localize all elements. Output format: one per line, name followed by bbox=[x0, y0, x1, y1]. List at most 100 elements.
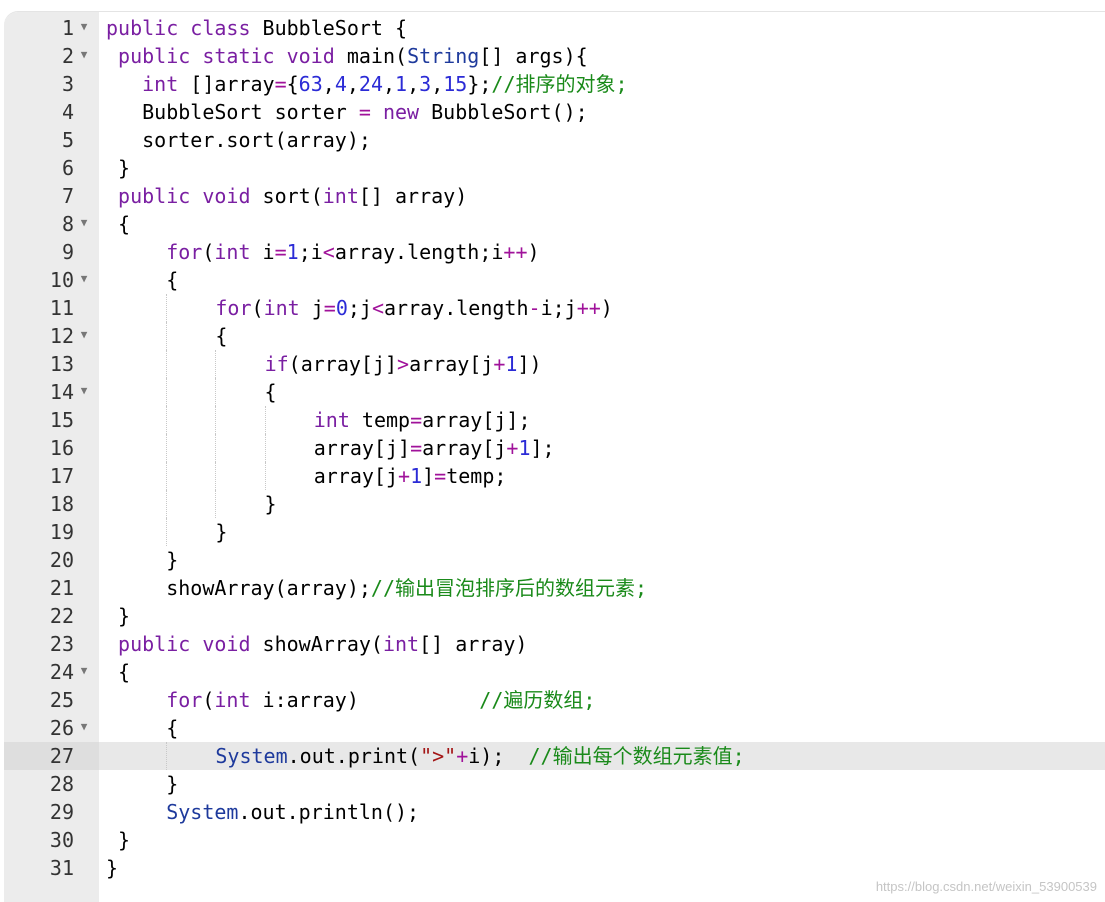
code-line[interactable]: 30 } bbox=[4, 826, 1105, 854]
fold-toggle-icon[interactable]: ▼ bbox=[74, 14, 94, 40]
code-line[interactable]: 24 ▼ { bbox=[4, 658, 1105, 686]
code-text[interactable]: } bbox=[106, 490, 277, 518]
code-text[interactable]: } bbox=[106, 854, 118, 882]
code-text[interactable]: int []array={63,4,24,1,3,15};//排序的对象; bbox=[106, 70, 627, 98]
line-number: 16 bbox=[4, 434, 99, 462]
code-text[interactable]: } bbox=[106, 546, 178, 574]
fold-toggle-icon[interactable]: ▼ bbox=[74, 322, 94, 348]
code-text[interactable]: array[j+1]=temp; bbox=[106, 462, 506, 490]
code-line[interactable]: 18 } bbox=[4, 490, 1105, 518]
code-line[interactable]: 21 showArray(array);//输出冒泡排序后的数组元素; bbox=[4, 574, 1105, 602]
fold-toggle-icon[interactable]: ▼ bbox=[74, 210, 94, 236]
code-text[interactable]: showArray(array);//输出冒泡排序后的数组元素; bbox=[106, 574, 647, 602]
line-number-text: 12 bbox=[49, 324, 74, 348]
code-text[interactable]: } bbox=[106, 518, 227, 546]
code-line[interactable]: 27 System.out.print(">"+i); //输出每个数组元素值; bbox=[4, 742, 1105, 770]
code-text[interactable]: public void showArray(int[] array) bbox=[106, 630, 527, 658]
code-line[interactable]: 15 int temp=array[j]; bbox=[4, 406, 1105, 434]
code-line[interactable]: 17 array[j+1]=temp; bbox=[4, 462, 1105, 490]
code-line[interactable]: 7 public void sort(int[] array) bbox=[4, 182, 1105, 210]
code-line[interactable]: 3 int []array={63,4,24,1,3,15};//排序的对象; bbox=[4, 70, 1105, 98]
code-line[interactable]: 9 for(int i=1;i<array.length;i++) bbox=[4, 238, 1105, 266]
code-line[interactable]: 12 ▼ { bbox=[4, 322, 1105, 350]
line-number-text: 17 bbox=[49, 464, 74, 488]
code-text[interactable]: { bbox=[106, 714, 178, 742]
code-text[interactable]: BubbleSort sorter = new BubbleSort(); bbox=[106, 98, 588, 126]
code-line[interactable]: 11 for(int j=0;j<array.length-i;j++) bbox=[4, 294, 1105, 322]
line-number: 4 bbox=[4, 98, 99, 126]
code-text[interactable]: { bbox=[106, 210, 130, 238]
code-line[interactable]: 6 } bbox=[4, 154, 1105, 182]
line-number-text: 26 bbox=[49, 716, 74, 740]
line-number: 25 bbox=[4, 686, 99, 714]
code-text[interactable]: } bbox=[106, 602, 130, 630]
code-text[interactable]: for(int j=0;j<array.length-i;j++) bbox=[106, 294, 613, 322]
code-text[interactable]: System.out.println(); bbox=[106, 798, 419, 826]
code-text[interactable]: { bbox=[106, 322, 227, 350]
fold-toggle-icon[interactable]: ▼ bbox=[74, 42, 94, 68]
line-number: 6 bbox=[4, 154, 99, 182]
line-number-text: 28 bbox=[49, 772, 74, 796]
line-number-text: 1 bbox=[61, 16, 74, 40]
code-line[interactable]: 5 sorter.sort(array); bbox=[4, 126, 1105, 154]
code-text[interactable]: { bbox=[106, 658, 130, 686]
line-number-text: 5 bbox=[61, 128, 74, 152]
line-number: 27 bbox=[4, 742, 99, 770]
fold-toggle-icon[interactable]: ▼ bbox=[74, 378, 94, 404]
code-line[interactable]: 13 if(array[j]>array[j+1]) bbox=[4, 350, 1105, 378]
line-number-text: 11 bbox=[49, 296, 74, 320]
line-number-text: 16 bbox=[49, 436, 74, 460]
code-text[interactable]: for(int i=1;i<array.length;i++) bbox=[106, 238, 539, 266]
code-text[interactable]: } bbox=[106, 154, 130, 182]
code-line[interactable]: 29 System.out.println(); bbox=[4, 798, 1105, 826]
code-text[interactable]: public class BubbleSort { bbox=[106, 14, 407, 42]
code-line[interactable]: 28 } bbox=[4, 770, 1105, 798]
code-line[interactable]: 2 ▼ public static void main(String[] args… bbox=[4, 42, 1105, 70]
code-line[interactable]: 10 ▼ { bbox=[4, 266, 1105, 294]
code-line[interactable]: 4 BubbleSort sorter = new BubbleSort(); bbox=[4, 98, 1105, 126]
line-number: 30 bbox=[4, 826, 99, 854]
code-text[interactable]: if(array[j]>array[j+1]) bbox=[106, 350, 542, 378]
line-number-text: 14 bbox=[49, 380, 74, 404]
code-text[interactable]: { bbox=[106, 378, 277, 406]
line-number-text: 18 bbox=[49, 492, 74, 516]
line-number: 7 bbox=[4, 182, 99, 210]
code-line[interactable]: 31} bbox=[4, 854, 1105, 882]
line-number-text: 4 bbox=[61, 100, 74, 124]
fold-toggle-icon[interactable]: ▼ bbox=[74, 714, 94, 740]
line-number-text: 7 bbox=[61, 184, 74, 208]
code-line[interactable]: 22 } bbox=[4, 602, 1105, 630]
code-text[interactable]: { bbox=[106, 266, 178, 294]
code-line[interactable]: 23 public void showArray(int[] array) bbox=[4, 630, 1105, 658]
code-text[interactable]: int temp=array[j]; bbox=[106, 406, 531, 434]
code-text[interactable]: public void sort(int[] array) bbox=[106, 182, 467, 210]
line-number-text: 15 bbox=[49, 408, 74, 432]
code-line[interactable]: 16 array[j]=array[j+1]; bbox=[4, 434, 1105, 462]
line-number: 28 bbox=[4, 770, 99, 798]
code-text[interactable]: for(int i:array) //遍历数组; bbox=[106, 686, 595, 714]
code-line[interactable]: 14 ▼ { bbox=[4, 378, 1105, 406]
line-number: 21 bbox=[4, 574, 99, 602]
line-number-text: 8 bbox=[61, 212, 74, 236]
line-number: 20 bbox=[4, 546, 99, 574]
line-number: 12 ▼ bbox=[4, 322, 99, 350]
code-line[interactable]: 25 for(int i:array) //遍历数组; bbox=[4, 686, 1105, 714]
fold-toggle-icon[interactable]: ▼ bbox=[74, 658, 94, 684]
code-line[interactable]: 26 ▼ { bbox=[4, 714, 1105, 742]
code-text[interactable]: } bbox=[106, 770, 178, 798]
code-text[interactable]: System.out.print(">"+i); //输出每个数组元素值; bbox=[106, 742, 745, 770]
code-line[interactable]: 20 } bbox=[4, 546, 1105, 574]
code-lines[interactable]: 1 ▼ public class BubbleSort {2 ▼ public sta… bbox=[4, 14, 1105, 882]
code-text[interactable]: public static void main(String[] args){ bbox=[106, 42, 588, 70]
line-number: 15 bbox=[4, 406, 99, 434]
fold-toggle-icon[interactable]: ▼ bbox=[74, 266, 94, 292]
code-line[interactable]: 1 ▼ public class BubbleSort { bbox=[4, 14, 1105, 42]
code-text[interactable]: sorter.sort(array); bbox=[106, 126, 371, 154]
line-number: 17 bbox=[4, 462, 99, 490]
code-editor[interactable]: 1 ▼ public class BubbleSort {2 ▼ public sta… bbox=[4, 12, 1105, 902]
code-line[interactable]: 8 ▼ { bbox=[4, 210, 1105, 238]
code-line[interactable]: 19 } bbox=[4, 518, 1105, 546]
line-number: 18 bbox=[4, 490, 99, 518]
code-text[interactable]: array[j]=array[j+1]; bbox=[106, 434, 555, 462]
code-text[interactable]: } bbox=[106, 826, 130, 854]
